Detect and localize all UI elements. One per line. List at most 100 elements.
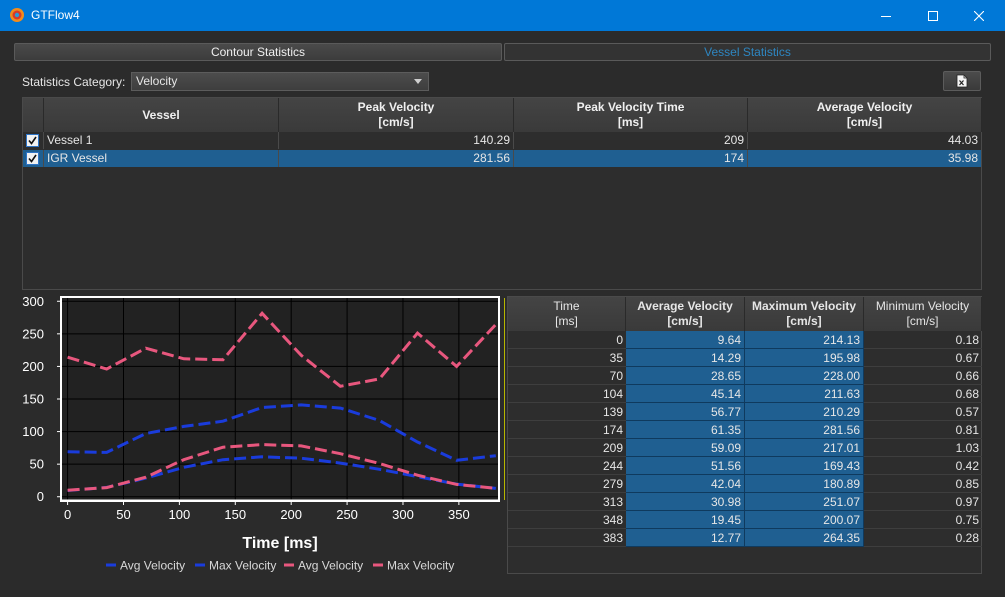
column-header-label: Average Velocity [cm/s] bbox=[816, 100, 913, 129]
table-row[interactable]: 139 56.77 210.29 0.57 bbox=[508, 403, 983, 421]
export-excel-button[interactable] bbox=[943, 71, 981, 91]
average-velocity-cell: 59.09 bbox=[626, 439, 745, 457]
table-row[interactable]: 70 28.65 228.00 0.66 bbox=[508, 367, 983, 385]
maximize-button[interactable] bbox=[910, 0, 956, 31]
table-row-selected[interactable]: IGR Vessel 281.56 174 35.98 bbox=[23, 150, 982, 167]
statistics-category-label: Statistics Category: bbox=[22, 75, 126, 89]
average-velocity-cell: 51.56 bbox=[626, 457, 745, 475]
column-header-average-velocity[interactable]: Average Velocity [cm/s] bbox=[626, 297, 745, 331]
table-row[interactable]: 209 59.09 217.01 1.03 bbox=[508, 439, 983, 457]
x-tick-label: 250 bbox=[336, 507, 358, 522]
column-header-label: Minimum Velocity [cm/s] bbox=[875, 299, 970, 328]
column-header-peak-velocity[interactable]: Peak Velocity [cm/s] bbox=[279, 98, 514, 132]
table-row[interactable]: 0 9.64 214.13 0.18 bbox=[508, 331, 983, 349]
window-title: GTFlow4 bbox=[31, 8, 80, 22]
vessel-name: Vessel 1 bbox=[44, 132, 279, 149]
checkmark-icon bbox=[28, 154, 37, 163]
minimum-velocity-cell: 0.85 bbox=[864, 475, 982, 493]
x-axis-label: Time [ms] bbox=[242, 535, 317, 552]
row-checkbox-cell bbox=[23, 150, 44, 167]
close-icon bbox=[974, 10, 984, 21]
maximum-velocity-cell: 169.43 bbox=[745, 457, 864, 475]
legend-label: Avg Velocity bbox=[298, 559, 363, 573]
vessel-statistics-table: Vessel Peak Velocity [cm/s] Peak Velocit… bbox=[22, 97, 982, 290]
vessel-checkbox[interactable] bbox=[26, 134, 39, 147]
minimize-button[interactable] bbox=[863, 0, 909, 31]
checkmark-icon bbox=[28, 136, 37, 145]
peak-velocity: 140.29 bbox=[279, 132, 514, 149]
table-row[interactable]: 35 14.29 195.98 0.67 bbox=[508, 349, 983, 367]
minimum-velocity-cell: 1.03 bbox=[864, 439, 982, 457]
column-header-label: Average Velocity [cm/s] bbox=[637, 299, 733, 328]
column-header-vessel[interactable]: Vessel bbox=[44, 98, 279, 132]
column-header-minimum-velocity[interactable]: Minimum Velocity [cm/s] bbox=[864, 297, 982, 331]
maximum-velocity-cell: 281.56 bbox=[745, 421, 864, 439]
app-logo-icon bbox=[10, 8, 24, 22]
x-tick-label: 0 bbox=[64, 507, 71, 522]
average-velocity-cell: 30.98 bbox=[626, 493, 745, 511]
average-velocity: 35.98 bbox=[748, 150, 982, 167]
excel-export-icon bbox=[956, 74, 968, 88]
x-tick-label: 300 bbox=[392, 507, 414, 522]
chart-legend: Avg Velocity Max Velocity Avg Velocity Max … bbox=[106, 559, 454, 573]
time-cell: 279 bbox=[508, 475, 626, 493]
table-row[interactable]: 383 12.77 264.35 0.28 bbox=[508, 529, 983, 547]
minimum-velocity-cell: 0.75 bbox=[864, 511, 982, 529]
maximum-velocity-cell: 228.00 bbox=[745, 367, 864, 385]
y-tick-label: 100 bbox=[22, 424, 44, 439]
table-row[interactable]: 313 30.98 251.07 0.97 bbox=[508, 493, 983, 511]
minimum-velocity-cell: 0.97 bbox=[864, 493, 982, 511]
close-button[interactable] bbox=[956, 0, 1002, 31]
minimum-velocity-cell: 0.67 bbox=[864, 349, 982, 367]
peak-velocity: 281.56 bbox=[279, 150, 514, 167]
legend-label: Max Velocity bbox=[209, 559, 276, 573]
x-tick-label: 350 bbox=[448, 507, 470, 522]
legend-label: Max Velocity bbox=[387, 559, 454, 573]
y-tick-label: 250 bbox=[22, 326, 44, 341]
average-velocity-cell: 9.64 bbox=[626, 331, 745, 349]
column-header-maximum-velocity[interactable]: Maximum Velocity [cm/s] bbox=[745, 297, 864, 331]
time-cell: 383 bbox=[508, 529, 626, 547]
average-velocity: 44.03 bbox=[748, 132, 982, 149]
maximum-velocity-cell: 180.89 bbox=[745, 475, 864, 493]
minimum-velocity-cell: 0.28 bbox=[864, 529, 982, 547]
statistics-category-select[interactable]: Velocity bbox=[131, 72, 429, 91]
column-header-average-velocity[interactable]: Average Velocity [cm/s] bbox=[748, 98, 982, 132]
time-cell: 35 bbox=[508, 349, 626, 367]
peak-velocity-time: 209 bbox=[514, 132, 748, 149]
average-velocity-cell: 12.77 bbox=[626, 529, 745, 547]
maximize-icon bbox=[928, 10, 938, 21]
time-cell: 209 bbox=[508, 439, 626, 457]
maximum-velocity-cell: 217.01 bbox=[745, 439, 864, 457]
minimum-velocity-cell: 0.68 bbox=[864, 385, 982, 403]
title-bar: GTFlow4 bbox=[0, 0, 1005, 31]
average-velocity-cell: 42.04 bbox=[626, 475, 745, 493]
table-row[interactable]: Vessel 1 140.29 209 44.03 bbox=[23, 132, 982, 149]
column-header-label: Peak Velocity [cm/s] bbox=[357, 100, 435, 129]
time-cell: 139 bbox=[508, 403, 626, 421]
row-checkbox-cell bbox=[23, 132, 44, 149]
table-row[interactable]: 174 61.35 281.56 0.81 bbox=[508, 421, 983, 439]
maximum-velocity-cell: 195.98 bbox=[745, 349, 864, 367]
average-velocity-cell: 56.77 bbox=[626, 403, 745, 421]
table-row[interactable]: 279 42.04 180.89 0.85 bbox=[508, 475, 983, 493]
chevron-down-icon bbox=[414, 79, 422, 84]
time-cell: 244 bbox=[508, 457, 626, 475]
checkbox-column-header bbox=[23, 98, 44, 132]
y-axis-ticks: 0 50 100 150 200 250 300 bbox=[22, 294, 62, 504]
tab-contour-statistics[interactable]: Contour Statistics bbox=[14, 43, 502, 61]
maximum-velocity-cell: 200.07 bbox=[745, 511, 864, 529]
time-cell: 348 bbox=[508, 511, 626, 529]
column-header-peak-velocity-time[interactable]: Peak Velocity Time [ms] bbox=[514, 98, 748, 132]
table-row[interactable]: 348 19.45 200.07 0.75 bbox=[508, 511, 983, 529]
column-header-time[interactable]: Time [ms] bbox=[508, 297, 626, 331]
vessel-checkbox[interactable] bbox=[26, 152, 39, 165]
tab-vessel-statistics[interactable]: Vessel Statistics bbox=[504, 43, 991, 61]
x-axis-ticks: 0 50 100 150 200 250 300 350 bbox=[64, 500, 470, 522]
table-row[interactable]: 244 51.56 169.43 0.42 bbox=[508, 457, 983, 475]
column-header-label: Peak Velocity Time [ms] bbox=[576, 100, 685, 129]
minimum-velocity-cell: 0.57 bbox=[864, 403, 982, 421]
average-velocity-cell: 28.65 bbox=[626, 367, 745, 385]
y-tick-label: 50 bbox=[30, 457, 44, 472]
table-row[interactable]: 104 45.14 211.63 0.68 bbox=[508, 385, 983, 403]
